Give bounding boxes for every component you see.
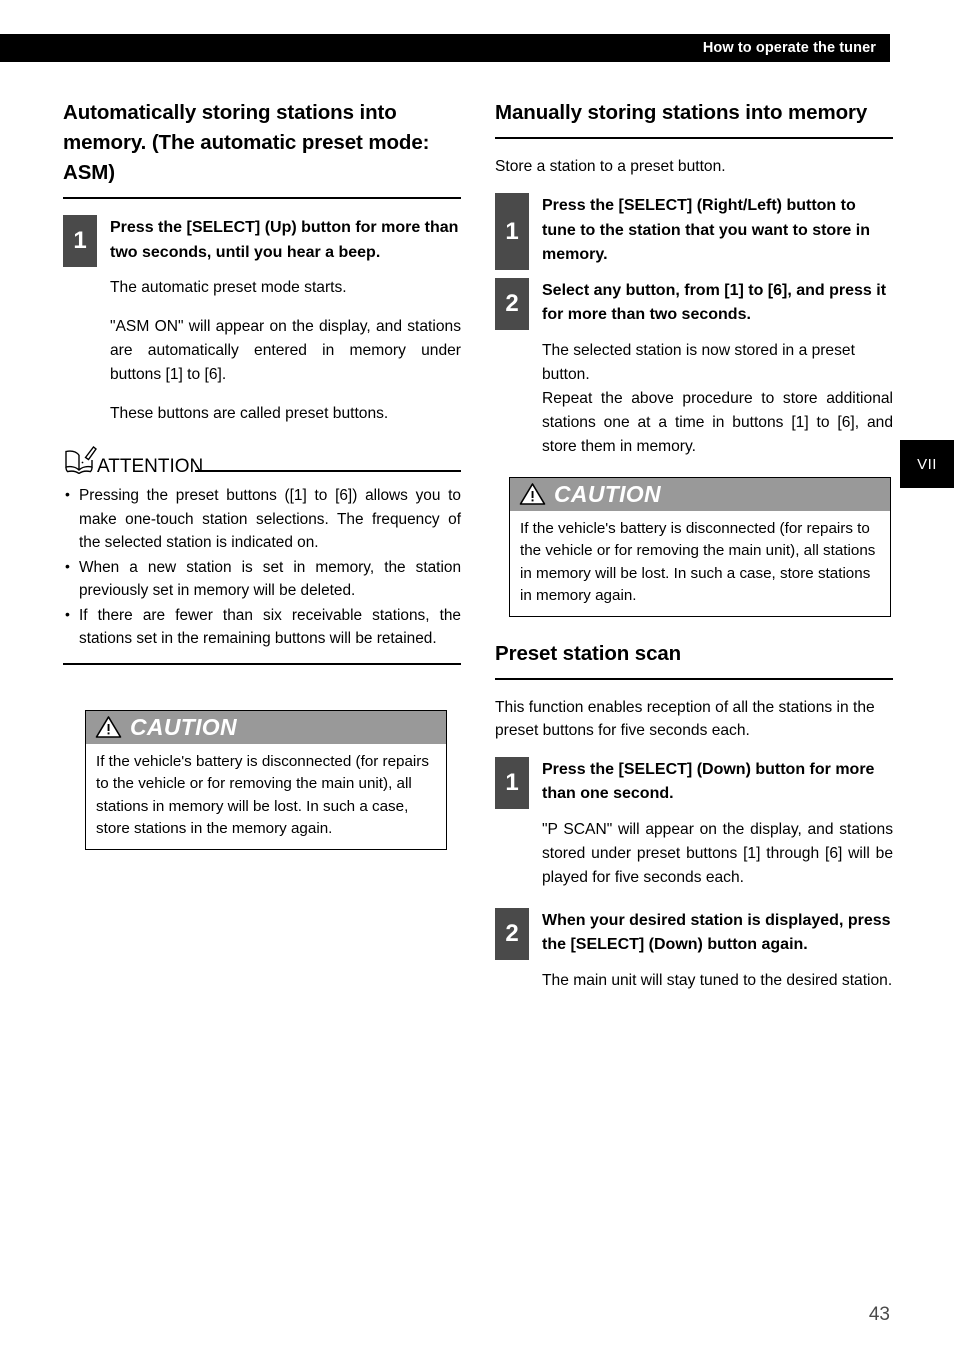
warning-triangle-icon xyxy=(519,482,546,506)
step-paragraph: The automatic preset mode starts. xyxy=(110,279,347,296)
step-title: Press the [SELECT] (Up) button for more … xyxy=(110,219,459,261)
section-heading-preset-scan: Preset station scan xyxy=(495,641,682,665)
section-intro-text: Store a station to a preset button. xyxy=(495,158,726,175)
right-column: Manually storing stations into memory St… xyxy=(495,98,893,993)
step-title: Press the [SELECT] (Right/Left) button t… xyxy=(542,197,870,263)
step-paragraph: The selected station is now stored in a … xyxy=(542,341,855,383)
caution-box: CAUTION If the vehicle's battery is disc… xyxy=(509,476,891,617)
step-paragraph: The main unit will stay tuned to the des… xyxy=(542,971,893,989)
section-heading-asm: Automatically storing stations into memo… xyxy=(63,101,430,184)
step-body: The selected station is now stored in a … xyxy=(542,339,893,459)
caution-body: If the vehicle's battery is disconnected… xyxy=(96,752,429,838)
page-number: 43 xyxy=(868,1304,890,1325)
step-item: 1 Press the [SELECT] (Right/Left) button… xyxy=(495,193,893,270)
heading-divider xyxy=(63,197,461,199)
step-body: "P SCAN" will appear on the display, and… xyxy=(542,818,893,890)
step-body: The automatic preset mode starts. "ASM O… xyxy=(110,276,461,426)
attention-label: ATTENTION xyxy=(97,456,204,477)
left-column: Automatically storing stations into memo… xyxy=(63,98,461,850)
attention-rule xyxy=(195,455,461,475)
manual-page: How to operate the tuner VII Automatical… xyxy=(0,0,954,1352)
chapter-tab-label: VII xyxy=(917,455,937,473)
section-intro-text: This function enables reception of all t… xyxy=(495,698,875,739)
step-number-badge: 2 xyxy=(495,277,529,330)
heading-divider xyxy=(495,677,893,680)
step-item: 1 Press the [SELECT] (Down) button for m… xyxy=(495,756,893,809)
caution-header: CAUTION xyxy=(86,710,446,744)
attention-list-item: When a new station is set in memory, the… xyxy=(63,555,461,603)
caution-title: CAUTION xyxy=(130,714,237,740)
attention-list: Pressing the preset buttons ([1] to [6])… xyxy=(63,483,461,651)
step-paragraph: Repeat the above procedure to store addi… xyxy=(542,389,893,455)
right-heading-block-1: Manually storing stations into memory xyxy=(495,98,893,139)
step-number-badge: 2 xyxy=(495,907,529,960)
step-item: 2 Select any button, from [1] to [6], an… xyxy=(495,277,893,330)
section-heading-manual-store: Manually storing stations into memory xyxy=(495,101,868,124)
book-pencil-icon xyxy=(63,444,97,475)
caution-title: CAUTION xyxy=(554,481,661,507)
step-title: Press the [SELECT] (Down) button for mor… xyxy=(542,760,875,803)
step-item: 1 Press the [SELECT] (Up) button for mor… xyxy=(63,215,461,267)
step-number-badge: 1 xyxy=(495,756,529,809)
left-heading-block: Automatically storing stations into memo… xyxy=(63,98,461,199)
attention-list-item: Pressing the preset buttons ([1] to [6])… xyxy=(63,483,461,555)
attention-list-item: If there are fewer than six receivable s… xyxy=(63,603,461,651)
page-header-title: How to operate the tuner xyxy=(702,40,876,56)
step-paragraph: These buttons are called preset buttons. xyxy=(110,405,389,422)
attention-header: ATTENTION xyxy=(63,444,461,477)
caution-body: If the vehicle's battery is disconnected… xyxy=(520,519,876,605)
attention-bottom-divider xyxy=(63,662,461,665)
step-number-badge: 1 xyxy=(63,215,97,267)
warning-triangle-icon xyxy=(95,715,122,739)
step-body: The main unit will stay tuned to the des… xyxy=(542,969,893,993)
step-number-badge: 1 xyxy=(495,193,529,270)
caution-box: CAUTION If the vehicle's battery is disc… xyxy=(85,709,447,850)
step-paragraph: "P SCAN" will appear on the display, and… xyxy=(542,820,893,886)
caution-header: CAUTION xyxy=(510,477,890,511)
step-paragraph: "ASM ON" will appear on the display, and… xyxy=(110,318,461,383)
right-heading-block-2: Preset station scan xyxy=(495,639,893,680)
step-item: 2 When your desired station is displayed… xyxy=(495,907,893,960)
heading-divider xyxy=(495,137,893,139)
step-title: When your desired station is displayed, … xyxy=(542,911,891,954)
page-header-bar: How to operate the tuner xyxy=(0,34,890,62)
chapter-tab: VII xyxy=(900,440,954,488)
step-title: Select any button, from [1] to [6], and … xyxy=(542,281,887,324)
